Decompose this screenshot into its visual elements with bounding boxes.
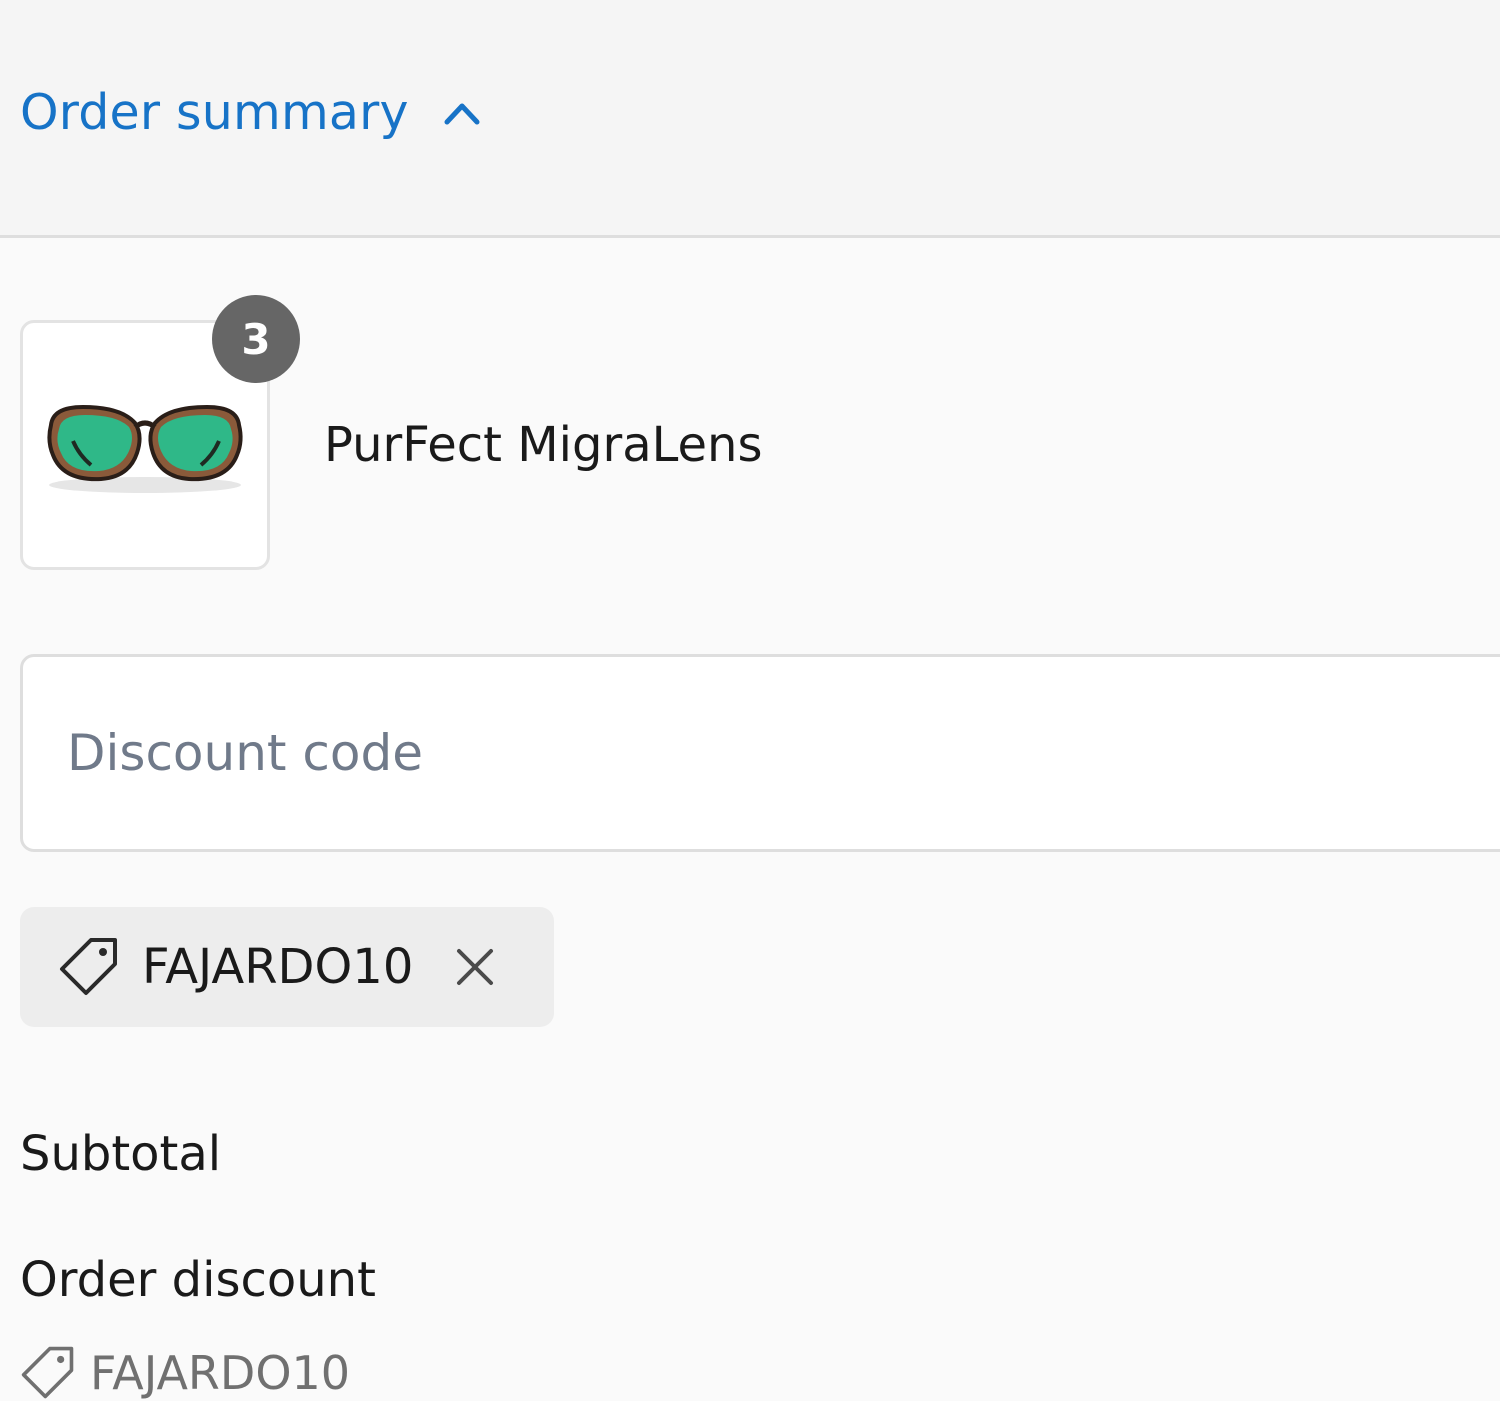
discount-chip-code: FAJARDO10 [142,939,414,995]
discount-code-input[interactable] [20,654,1500,852]
order-summary-toggle[interactable]: Order summary [20,84,481,141]
applied-discount-chip: FAJARDO10 [20,907,554,1027]
order-summary-label: Order summary [20,84,409,141]
product-name: PurFect MigraLens [324,417,763,473]
line-item: 3 PurFect MigraLens [20,295,763,570]
order-discount-code-text: FAJARDO10 [90,1346,351,1400]
quantity-badge: 3 [212,295,300,383]
order-summary-header: Order summary [0,0,1500,238]
remove-discount-button[interactable] [453,945,497,989]
order-discount-code: FAJARDO10 [20,1345,350,1401]
product-thumbnail: 3 [20,295,300,570]
order-discount-label: Order discount [20,1252,376,1308]
tag-icon [21,1346,74,1399]
tag-icon [60,938,117,995]
close-icon [457,949,494,985]
subtotal-label: Subtotal [20,1126,222,1182]
sunglasses-image [47,404,243,493]
chevron-up-icon [444,103,480,124]
